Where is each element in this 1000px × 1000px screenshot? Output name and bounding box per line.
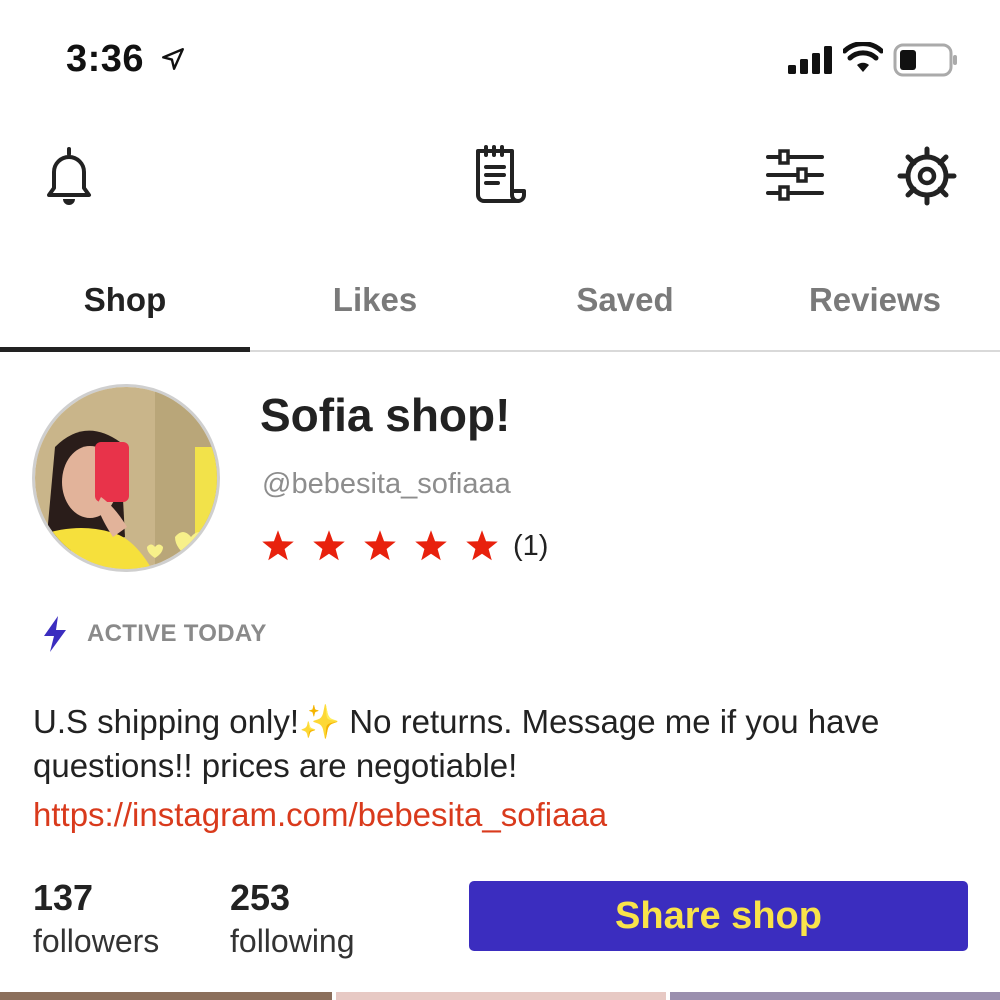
receipt-icon[interactable] <box>466 143 532 209</box>
followers-count: 137 <box>33 877 94 918</box>
sparkles-icon: ✨ <box>298 703 341 740</box>
profile-tabs: Shop Likes Saved Reviews <box>0 250 1000 352</box>
bell-icon[interactable] <box>36 143 102 209</box>
activity-label: ACTIVE TODAY <box>87 620 267 647</box>
avatar-photo <box>35 387 217 569</box>
star-icon <box>313 530 345 561</box>
review-count: (1) <box>513 529 549 562</box>
lightning-bolt-icon <box>44 616 66 652</box>
share-shop-button[interactable]: Share shop <box>469 881 968 951</box>
star-icon <box>262 530 294 561</box>
shop-name: Sofia shop! <box>260 389 511 441</box>
gear-icon[interactable] <box>894 143 960 209</box>
rating[interactable]: (1) <box>260 526 548 566</box>
followers-stat[interactable]: 137 followers <box>33 876 159 962</box>
following-label: following <box>230 923 355 959</box>
followers-label: followers <box>33 923 160 959</box>
listing-grid <box>0 992 1000 1000</box>
listing-thumbnail[interactable] <box>336 992 666 1000</box>
shop-bio: U.S shipping only!✨ No returns. Message … <box>33 700 963 788</box>
star-icon <box>415 530 447 561</box>
username[interactable]: @bebesita_sofiaaa <box>262 468 511 501</box>
star-icon <box>364 530 396 561</box>
status-bar: 3:36 <box>0 0 1000 120</box>
tab-shop[interactable]: Shop <box>0 250 250 352</box>
following-stat[interactable]: 253 following <box>230 876 355 962</box>
tab-likes[interactable]: Likes <box>250 250 500 350</box>
star-icon <box>466 530 498 561</box>
sliders-icon[interactable] <box>762 143 828 209</box>
tab-reviews[interactable]: Reviews <box>750 250 1000 350</box>
listing-thumbnail[interactable] <box>0 992 332 1000</box>
wifi-icon <box>843 42 883 72</box>
instagram-link[interactable]: https://instagram.com/bebesita_sofiaaa <box>33 796 607 834</box>
bio-text-part1: U.S shipping only! <box>33 703 299 740</box>
signal-icon <box>788 46 832 74</box>
following-count: 253 <box>230 877 291 918</box>
location-arrow-icon <box>162 48 184 70</box>
tab-saved[interactable]: Saved <box>500 250 750 350</box>
activity-status: ACTIVE TODAY <box>40 614 267 654</box>
listing-thumbnail[interactable] <box>670 992 1000 1000</box>
battery-icon <box>893 43 957 77</box>
avatar[interactable] <box>32 384 220 572</box>
status-time: 3:36 <box>66 38 145 80</box>
